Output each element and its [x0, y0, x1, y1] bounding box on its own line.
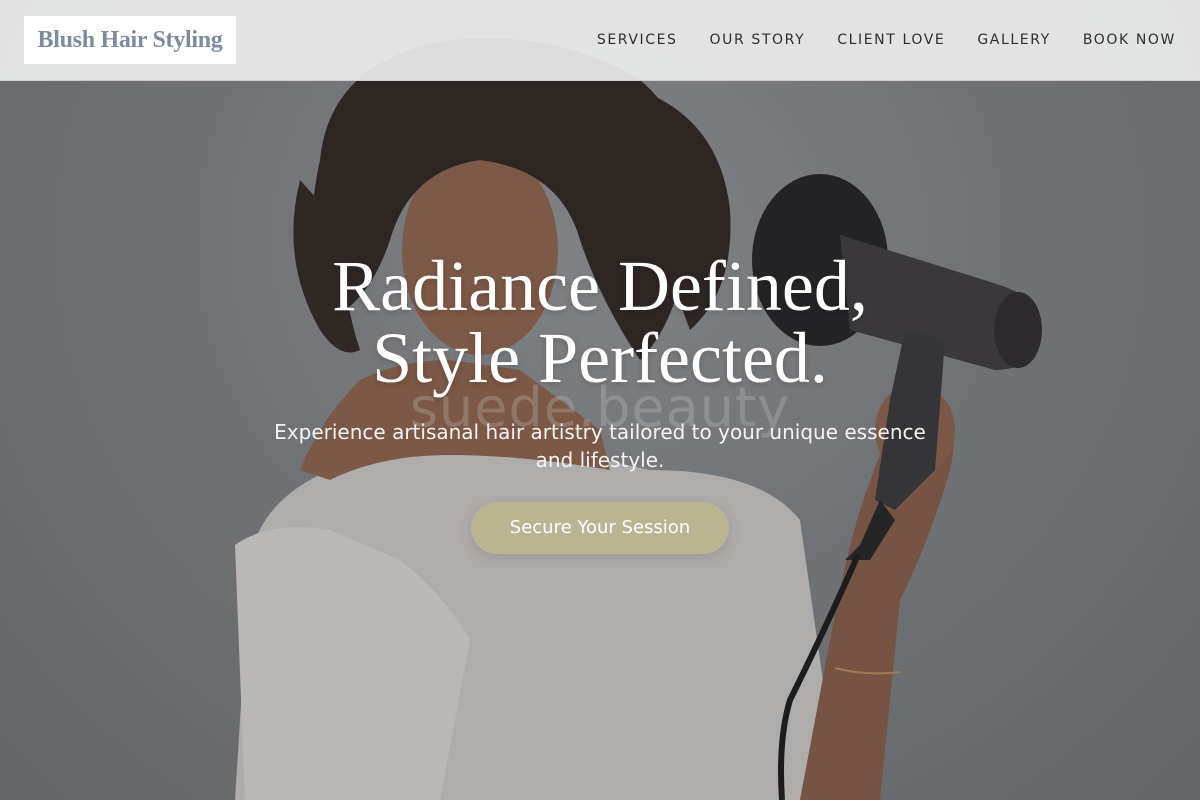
site-header: Blush Hair Styling SERVICES OUR STORY CL…: [0, 0, 1200, 81]
hero-subheading: Experience artisanal hair artistry tailo…: [274, 420, 926, 472]
nav-link-gallery[interactable]: GALLERY: [977, 32, 1050, 48]
secure-session-button[interactable]: Secure Your Session: [471, 502, 729, 554]
nav-link-our-story[interactable]: OUR STORY: [710, 32, 806, 48]
landing-page: Blush Hair Styling SERVICES OUR STORY CL…: [0, 0, 1200, 800]
hero-headline-line-1: Radiance Defined,: [332, 246, 868, 326]
hero-headline-line-2: Style Perfected.: [372, 318, 828, 398]
hero-section: Radiance Defined, Style Perfected. Exper…: [0, 250, 1200, 554]
main-nav: SERVICES OUR STORY CLIENT LOVE GALLERY B…: [597, 0, 1176, 80]
logo-text: Blush Hair Styling: [37, 26, 223, 53]
nav-link-client-love[interactable]: CLIENT LOVE: [837, 32, 945, 48]
nav-link-book-now[interactable]: BOOK NOW: [1083, 32, 1176, 48]
logo[interactable]: Blush Hair Styling: [24, 16, 236, 64]
nav-link-services[interactable]: SERVICES: [597, 32, 678, 48]
hero-headline: Radiance Defined, Style Perfected.: [0, 250, 1200, 394]
